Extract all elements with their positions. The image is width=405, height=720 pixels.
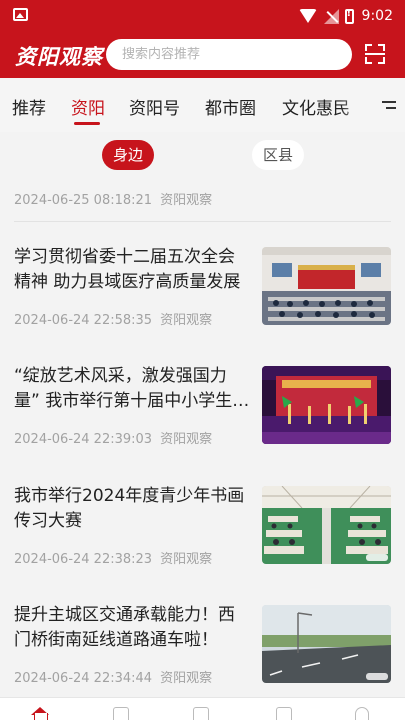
news-title[interactable]: 学习贯彻省委十二届五次全会精神 助力县域医疗高质量发展 (14, 245, 250, 295)
news-datetime: 2024-06-24 22:38:23 (14, 552, 153, 567)
status-bar: 9:02 (0, 0, 405, 32)
news-title[interactable]: 提升主城区交通承载能力！西门桥街南延线道路通车啦！ (14, 603, 250, 653)
news-title[interactable]: “绽放艺术风采，激发强国力量” 我市举行第十届中小学生艺术展演活动 (14, 364, 250, 414)
wifi-icon (298, 9, 317, 23)
news-thumbnail[interactable] (262, 247, 391, 325)
news-item[interactable]: “绽放艺术风采，激发强国力量” 我市举行第十届中小学生艺术展演活动 2024-0… (0, 364, 405, 474)
app-header: 资阳观察 搜索内容推荐 (0, 32, 405, 78)
tab-ziyang[interactable]: 资阳 (71, 94, 105, 119)
image-notification-icon (13, 8, 28, 21)
scan-icon[interactable] (365, 44, 385, 64)
news-source: 资阳观察 (160, 432, 213, 447)
news-source: 资阳观察 (160, 552, 213, 567)
channel-tabs: 推荐 资阳 资阳号 都市圈 文化惠民 (0, 78, 405, 132)
news-meta: 2024-06-24 22:34:44 资阳观察 (14, 667, 212, 686)
bottom-nav (0, 697, 405, 720)
tab-recommend[interactable]: 推荐 (12, 94, 46, 119)
news-meta: 2024-06-24 22:39:03 资阳观察 (14, 428, 212, 447)
news-thumbnail[interactable] (262, 605, 391, 683)
news-source: 资阳观察 (160, 671, 213, 686)
segment-district[interactable]: 区县 (252, 140, 304, 170)
nav-home-icon[interactable] (31, 707, 49, 720)
news-source: 资阳观察 (160, 193, 213, 208)
nav-clipboard-icon[interactable] (113, 707, 129, 720)
nav-profile-icon[interactable] (355, 707, 369, 720)
news-thumbnail[interactable] (262, 366, 391, 444)
news-thumbnail[interactable] (262, 486, 391, 564)
news-item[interactable]: 我市举行2024年度青少年书画传习大赛 2024-06-24 22:38:23 资… (0, 484, 405, 594)
channel-menu-button[interactable] (371, 78, 405, 132)
news-meta: 2024-06-24 22:58:35 资阳观察 (14, 309, 212, 328)
nav-bag-icon[interactable] (193, 707, 209, 720)
news-datetime: 2024-06-24 22:34:44 (14, 671, 153, 686)
news-meta: 2024-06-24 22:38:23 资阳观察 (14, 548, 212, 567)
search-input[interactable]: 搜索内容推荐 (106, 39, 352, 70)
nav-message-icon[interactable] (276, 707, 292, 720)
segment-nearby[interactable]: 身边 (102, 140, 154, 170)
news-datetime: 2024-06-24 22:58:35 (14, 313, 153, 328)
news-datetime: 2024-06-24 22:39:03 (14, 432, 153, 447)
status-time: 9:02 (361, 8, 393, 24)
tab-metropolis[interactable]: 都市圈 (205, 94, 256, 119)
news-meta: 2024-06-25 08:18:21 资阳观察 (14, 189, 212, 208)
news-item[interactable]: 学习贯彻省委十二届五次全会精神 助力县域医疗高质量发展 2024-06-24 2… (0, 245, 405, 355)
no-signal-icon (323, 8, 339, 24)
menu-icon (382, 101, 396, 103)
news-source: 资阳观察 (160, 313, 213, 328)
tab-ziyang-hao[interactable]: 资阳号 (129, 94, 180, 119)
news-datetime: 2024-06-25 08:18:21 (14, 193, 153, 208)
battery-alert-icon (344, 8, 354, 24)
app-logo: 资阳观察 (15, 45, 103, 69)
news-title[interactable]: 我市举行2024年度青少年书画传习大赛 (14, 484, 250, 534)
status-icons: 9:02 (298, 7, 393, 25)
active-tab-indicator (74, 122, 100, 125)
divider (14, 221, 391, 222)
